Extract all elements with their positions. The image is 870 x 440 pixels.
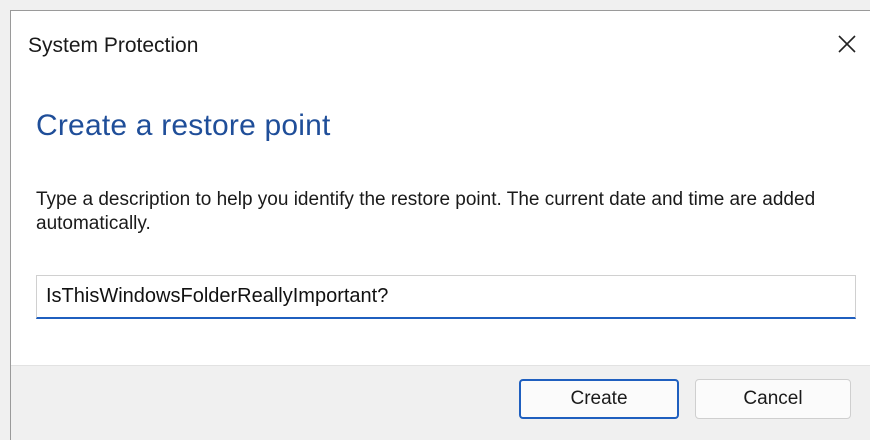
page-heading: Create a restore point: [36, 109, 331, 142]
description-text: Type a description to help you identify …: [36, 189, 816, 234]
dialog-footer: Create Cancel: [11, 365, 870, 440]
close-icon: [838, 35, 856, 53]
title-bar: System Protection: [11, 11, 870, 71]
dialog-content: Create a restore point Type a descriptio…: [11, 71, 870, 365]
system-protection-dialog: System Protection Create a restore point…: [10, 10, 870, 440]
restore-point-description-input[interactable]: [37, 276, 855, 317]
cancel-button[interactable]: Cancel: [695, 379, 851, 419]
window-title: System Protection: [28, 34, 199, 57]
close-button[interactable]: [824, 21, 870, 67]
create-button[interactable]: Create: [519, 379, 679, 419]
restore-point-description-field[interactable]: [36, 275, 856, 319]
